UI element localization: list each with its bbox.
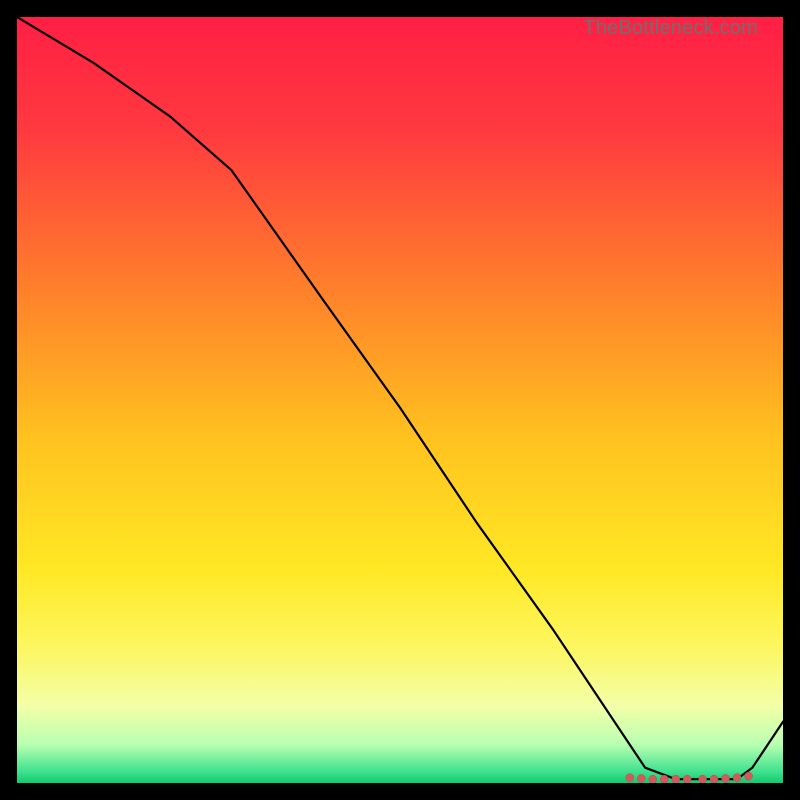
plot-area: TheBottleneck.com [17,17,783,783]
background-gradient [17,17,783,783]
watermark-text: TheBottleneck.com [583,17,758,40]
